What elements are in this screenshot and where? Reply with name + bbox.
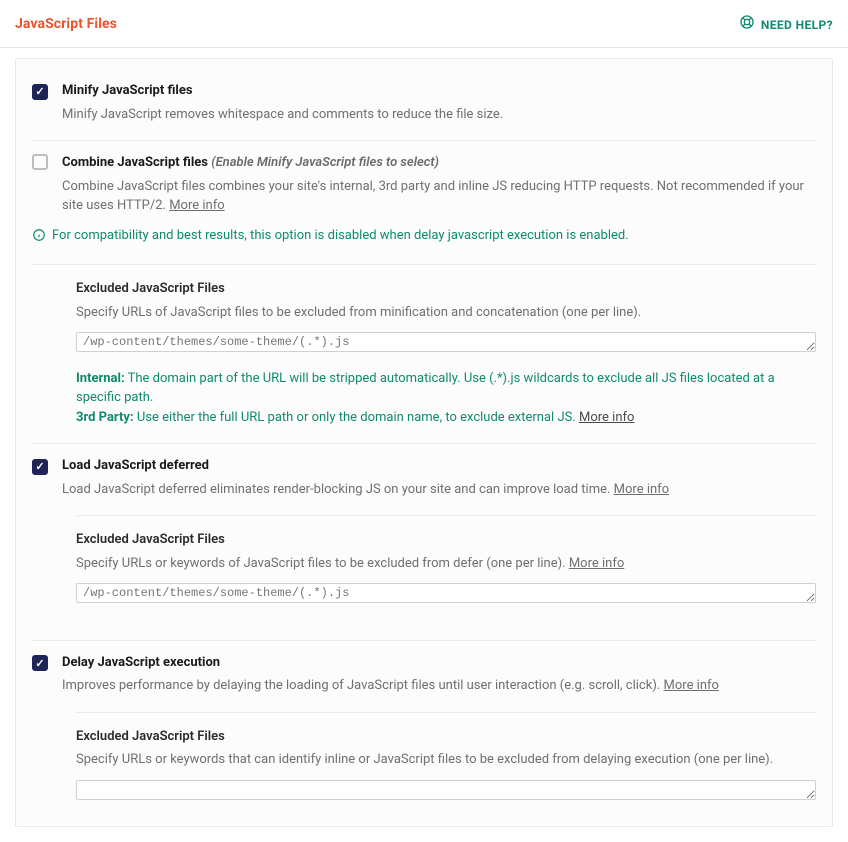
excluded-defer-desc: Specify URLs or keywords of JavaScript f… xyxy=(76,554,816,574)
compatibility-note: For compatibility and best results, this… xyxy=(16,216,832,249)
minify-checkbox[interactable] xyxy=(32,84,48,100)
compatibility-note-text: For compatibility and best results, this… xyxy=(52,226,629,246)
delay-title: Delay JavaScript execution xyxy=(62,653,816,673)
defer-title: Load JavaScript deferred xyxy=(62,456,816,476)
settings-panel: Minify JavaScript files Minify JavaScrip… xyxy=(15,58,833,827)
delay-desc: Improves performance by delaying the loa… xyxy=(62,676,816,696)
delay-more-info-link[interactable]: More info xyxy=(664,678,719,693)
defer-more-info-link[interactable]: More info xyxy=(614,482,669,497)
excluded-delay-input[interactable] xyxy=(76,780,816,800)
excluded-minify-more-info-link[interactable]: More info xyxy=(579,410,634,425)
excluded-defer-section: Excluded JavaScript Files Specify URLs o… xyxy=(16,516,832,610)
info-icon xyxy=(32,226,46,249)
excluded-defer-title: Excluded JavaScript Files xyxy=(76,530,816,550)
combine-more-info-link[interactable]: More info xyxy=(169,198,224,213)
excluded-defer-more-info-link[interactable]: More info xyxy=(569,556,624,571)
excluded-delay-desc: Specify URLs or keywords that can identi… xyxy=(76,750,816,770)
lifebuoy-icon xyxy=(739,14,755,35)
minify-title: Minify JavaScript files xyxy=(62,81,816,101)
option-delay: Delay JavaScript execution Improves perf… xyxy=(16,641,832,696)
need-help-button[interactable]: NEED HELP? xyxy=(739,14,833,35)
excluded-minify-input[interactable] xyxy=(76,332,816,352)
combine-checkbox[interactable] xyxy=(32,154,48,170)
combine-title: Combine JavaScript files (Enable Minify … xyxy=(62,153,816,173)
excluded-minify-help: Internal: The domain part of the URL wil… xyxy=(76,369,816,428)
defer-checkbox[interactable] xyxy=(32,459,48,475)
combine-hint: (Enable Minify JavaScript files to selec… xyxy=(211,155,439,170)
excluded-minify-desc: Specify URLs of JavaScript files to be e… xyxy=(76,303,816,323)
excluded-delay-title: Excluded JavaScript Files xyxy=(76,727,816,747)
excluded-minify-section: Excluded JavaScript Files Specify URLs o… xyxy=(16,265,832,427)
excluded-delay-section: Excluded JavaScript Files Specify URLs o… xyxy=(16,713,832,807)
delay-checkbox[interactable] xyxy=(32,655,48,671)
option-minify: Minify JavaScript files Minify JavaScrip… xyxy=(16,69,832,124)
defer-desc: Load JavaScript deferred eliminates rend… xyxy=(62,480,816,500)
need-help-label: NEED HELP? xyxy=(761,16,833,34)
option-defer: Load JavaScript deferred Load JavaScript… xyxy=(16,444,832,499)
combine-desc: Combine JavaScript files combines your s… xyxy=(62,177,816,216)
excluded-minify-title: Excluded JavaScript Files xyxy=(76,279,816,299)
minify-desc: Minify JavaScript removes whitespace and… xyxy=(62,105,816,125)
excluded-defer-input[interactable] xyxy=(76,583,816,603)
option-combine: Combine JavaScript files (Enable Minify … xyxy=(16,141,832,216)
page-title: JavaScript Files xyxy=(15,14,117,35)
section-header: JavaScript Files NEED HELP? xyxy=(0,0,848,48)
